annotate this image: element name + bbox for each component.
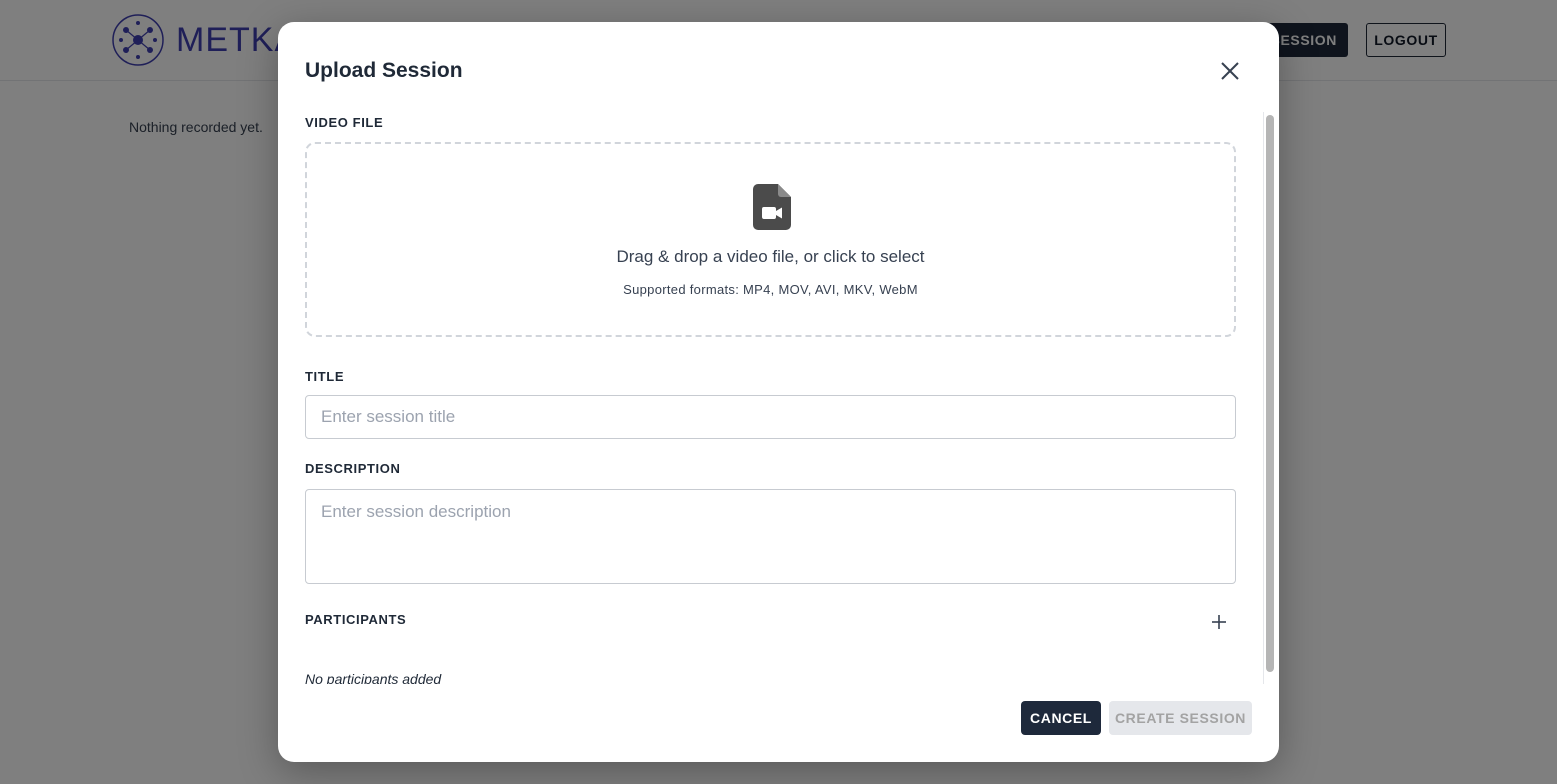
dialog-title: Upload Session [305, 59, 463, 82]
upload-session-dialog: Upload Session VIDEO FILE Drag & drop a … [278, 22, 1279, 762]
dialog-scrollbar[interactable] [1263, 112, 1275, 684]
create-session-button[interactable]: CREATE SESSION [1109, 701, 1252, 735]
supported-formats-text: Supported formats: MP4, MOV, AVI, MKV, W… [623, 282, 918, 297]
close-button[interactable] [1216, 57, 1244, 85]
cancel-button[interactable]: CANCEL [1021, 701, 1101, 735]
video-file-label: VIDEO FILE [305, 115, 384, 130]
video-file-icon [753, 184, 791, 230]
scrollbar-track [1263, 112, 1264, 684]
plus-icon [1212, 615, 1226, 629]
close-icon [1221, 62, 1239, 80]
scrollbar-thumb[interactable] [1266, 115, 1274, 672]
session-description-input[interactable] [305, 489, 1236, 584]
session-title-input[interactable] [305, 395, 1236, 439]
dropzone-instruction: Drag & drop a video file, or click to se… [616, 247, 925, 266]
participants-label: PARTICIPANTS [305, 612, 407, 627]
description-label: DESCRIPTION [305, 461, 401, 476]
dialog-body: VIDEO FILE Drag & drop a video file, or … [305, 112, 1236, 684]
no-participants-text: No participants added [305, 671, 442, 684]
title-label: TITLE [305, 369, 345, 384]
video-dropzone[interactable]: Drag & drop a video file, or click to se… [305, 142, 1236, 337]
add-participant-button[interactable] [1205, 608, 1233, 636]
